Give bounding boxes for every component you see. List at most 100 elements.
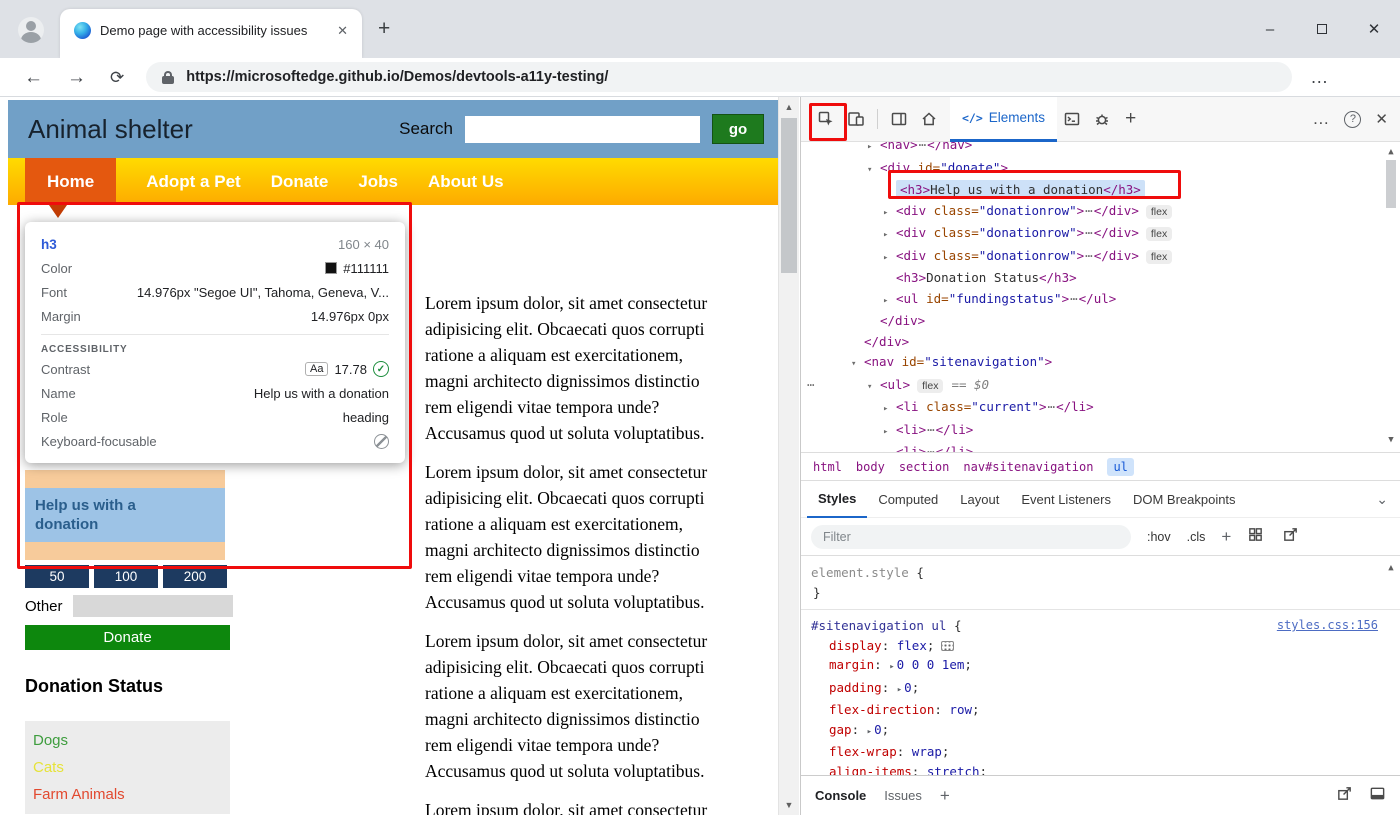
nav-item-jobs[interactable]: Jobs: [358, 172, 398, 192]
flex-badge[interactable]: flex: [1146, 250, 1172, 264]
drawer-add-icon[interactable]: +: [940, 786, 950, 806]
popout-icon[interactable]: [1282, 526, 1299, 548]
inline-expand-icon[interactable]: ⋯: [927, 422, 935, 437]
breadcrumb-item-html[interactable]: html: [813, 460, 842, 474]
drawer-tab-console[interactable]: Console: [815, 788, 866, 803]
forward-button[interactable]: →: [67, 68, 86, 87]
inline-expand-icon[interactable]: ⋯: [1070, 291, 1078, 306]
browser-menu-icon[interactable]: …: [1310, 68, 1329, 87]
nav-item-home[interactable]: Home: [25, 158, 116, 205]
flex-badge[interactable]: flex: [1146, 205, 1172, 219]
inline-expand-icon[interactable]: ⋯: [1085, 225, 1093, 240]
page-scrollbar[interactable]: ▲ ▼: [778, 97, 799, 815]
style-toggle-hov[interactable]: :hov: [1147, 530, 1171, 544]
scrollbar-thumb[interactable]: [781, 118, 797, 273]
dom-tree-line[interactable]: <h3>Help us with a donation</h3>: [801, 180, 1400, 201]
css-property-gap[interactable]: gap: ▸0;: [811, 720, 1378, 743]
inline-expand-icon[interactable]: ⋯: [1085, 203, 1093, 218]
tab-dom-breakpoints[interactable]: DOM Breakpoints: [1122, 480, 1247, 518]
refresh-button[interactable]: ⟳: [110, 68, 124, 87]
search-input[interactable]: [465, 116, 700, 143]
inline-expand-icon[interactable]: ⋯: [1085, 248, 1093, 263]
scroll-down-icon[interactable]: ▼: [779, 800, 799, 810]
minimize-button[interactable]: –: [1244, 0, 1296, 58]
scrollbar-thumb[interactable]: [1386, 160, 1396, 208]
dom-tree-line[interactable]: ⋯▾<ul>flex== $0: [801, 375, 1400, 398]
dom-node[interactable]: </div>: [864, 334, 909, 349]
dom-node[interactable]: </div>: [880, 313, 925, 328]
expand-arrow-icon[interactable]: ▸: [883, 248, 896, 269]
style-toggle-cls[interactable]: .cls: [1187, 530, 1206, 544]
breadcrumb-item-section[interactable]: section: [899, 460, 950, 474]
expand-arrow-icon[interactable]: ▸: [883, 203, 896, 224]
scroll-up-icon[interactable]: ▲: [1383, 563, 1399, 573]
dom-tree-line[interactable]: ▸<div class="donationrow">⋯</div> flex: [801, 246, 1400, 269]
devtools-menu-icon[interactable]: …: [1312, 109, 1330, 129]
stylesheet-link[interactable]: styles.css:156: [1277, 616, 1378, 636]
expand-arrow-icon[interactable]: ▸: [889, 662, 894, 672]
dock-bottom-icon[interactable]: [1369, 785, 1386, 807]
dom-tree-line[interactable]: </div>: [801, 311, 1400, 332]
expand-arrow-icon[interactable]: ▸: [867, 142, 880, 158]
dock-side-icon[interactable]: [884, 104, 914, 134]
dom-tree-line[interactable]: ▸<div class="donationrow">⋯</div>flex: [801, 201, 1400, 224]
donation-amount-200[interactable]: 200: [163, 565, 227, 588]
styles-scrollbar[interactable]: ▲: [1383, 558, 1399, 775]
css-property-align-items[interactable]: align-items: stretch;: [811, 762, 1378, 776]
status-item-dogs[interactable]: Dogs: [33, 727, 230, 754]
inspect-tool-icon[interactable]: [811, 104, 841, 134]
tab-event-listeners[interactable]: Event Listeners: [1010, 480, 1122, 518]
flex-badge[interactable]: flex: [917, 379, 943, 393]
maximize-button[interactable]: [1296, 0, 1348, 58]
dom-node[interactable]: <div class="donationrow">⋯</div>: [896, 225, 1139, 240]
breadcrumb-item-nav-sitenavigation[interactable]: nav#sitenavigation: [963, 460, 1093, 474]
nav-item-adopt-a-pet[interactable]: Adopt a Pet: [146, 172, 240, 192]
dom-tree-line[interactable]: ▸<li class="current">⋯</li>: [801, 397, 1400, 420]
breadcrumb-item-body[interactable]: body: [856, 460, 885, 474]
dom-tree-line[interactable]: ▸<ul id="fundingstatus">⋯</ul>: [801, 289, 1400, 312]
donate-button[interactable]: Donate: [25, 625, 230, 650]
dom-tree-line[interactable]: ▸<div class="donationrow">⋯</div>flex: [801, 223, 1400, 246]
expand-arrow-icon[interactable]: ▸: [867, 727, 872, 737]
donation-amount-100[interactable]: 100: [94, 565, 158, 588]
expand-arrow-icon[interactable]: ▸: [883, 291, 896, 312]
expand-arrow-icon[interactable]: ▾: [851, 354, 864, 375]
dom-tree-scrollbar[interactable]: ▲ ▼: [1383, 142, 1399, 450]
expand-arrow-icon[interactable]: ▸: [883, 225, 896, 246]
css-property-padding[interactable]: padding: ▸0;: [811, 678, 1378, 701]
css-property-display[interactable]: display: flex;: [811, 636, 1378, 656]
dom-node[interactable]: <h3>Donation Status</h3>: [896, 270, 1077, 285]
dom-tree-line[interactable]: </div>: [801, 332, 1400, 353]
dom-tree-line[interactable]: ▾<div id="donate">: [801, 158, 1400, 181]
address-bar[interactable]: https://microsoftedge.github.io/Demos/de…: [146, 62, 1292, 92]
tab-elements[interactable]: </> Elements: [950, 97, 1057, 142]
expand-arrow-icon[interactable]: ▾: [867, 160, 880, 181]
nav-item-donate[interactable]: Donate: [271, 172, 329, 192]
dom-tree-line[interactable]: ▾<nav id="sitenavigation">: [801, 352, 1400, 375]
expand-arrow-icon[interactable]: ▸: [883, 444, 896, 452]
dom-node[interactable]: <ul>: [880, 377, 910, 392]
inline-expand-icon[interactable]: ⋯: [1048, 399, 1056, 414]
chevron-down-icon[interactable]: ⌄: [1376, 491, 1400, 508]
expand-arrow-icon[interactable]: ▾: [867, 377, 880, 398]
breadcrumb-item-ul[interactable]: ul: [1107, 458, 1133, 476]
inline-expand-icon[interactable]: ⋯: [927, 444, 935, 452]
donation-amount-50[interactable]: 50: [25, 565, 89, 588]
inline-expand-icon[interactable]: ⋯: [919, 142, 927, 152]
other-amount-input[interactable]: [73, 595, 233, 617]
rule-selector-line[interactable]: element.style {: [811, 563, 1378, 583]
status-item-cats[interactable]: Cats: [33, 754, 230, 781]
grid-view-icon[interactable]: [1247, 526, 1264, 548]
go-button[interactable]: go: [712, 114, 764, 144]
style-filter-input[interactable]: [811, 525, 1131, 549]
home-icon[interactable]: [914, 104, 944, 134]
dom-node[interactable]: <ul id="fundingstatus">⋯</ul>: [896, 291, 1116, 306]
browser-tab[interactable]: Demo page with accessibility issues ✕: [60, 9, 362, 58]
dom-node[interactable]: <li>⋯</li>: [896, 444, 973, 452]
devtools-close-icon[interactable]: ✕: [1375, 110, 1388, 128]
expand-arrow-icon[interactable]: ▸: [883, 399, 896, 420]
dom-node[interactable]: <li class="current">⋯</li>: [896, 399, 1094, 414]
expand-arrow-icon[interactable]: ▸: [883, 422, 896, 443]
dom-node[interactable]: <div class="donationrow">⋯</div>: [896, 248, 1139, 263]
tab-layout[interactable]: Layout: [949, 480, 1010, 518]
